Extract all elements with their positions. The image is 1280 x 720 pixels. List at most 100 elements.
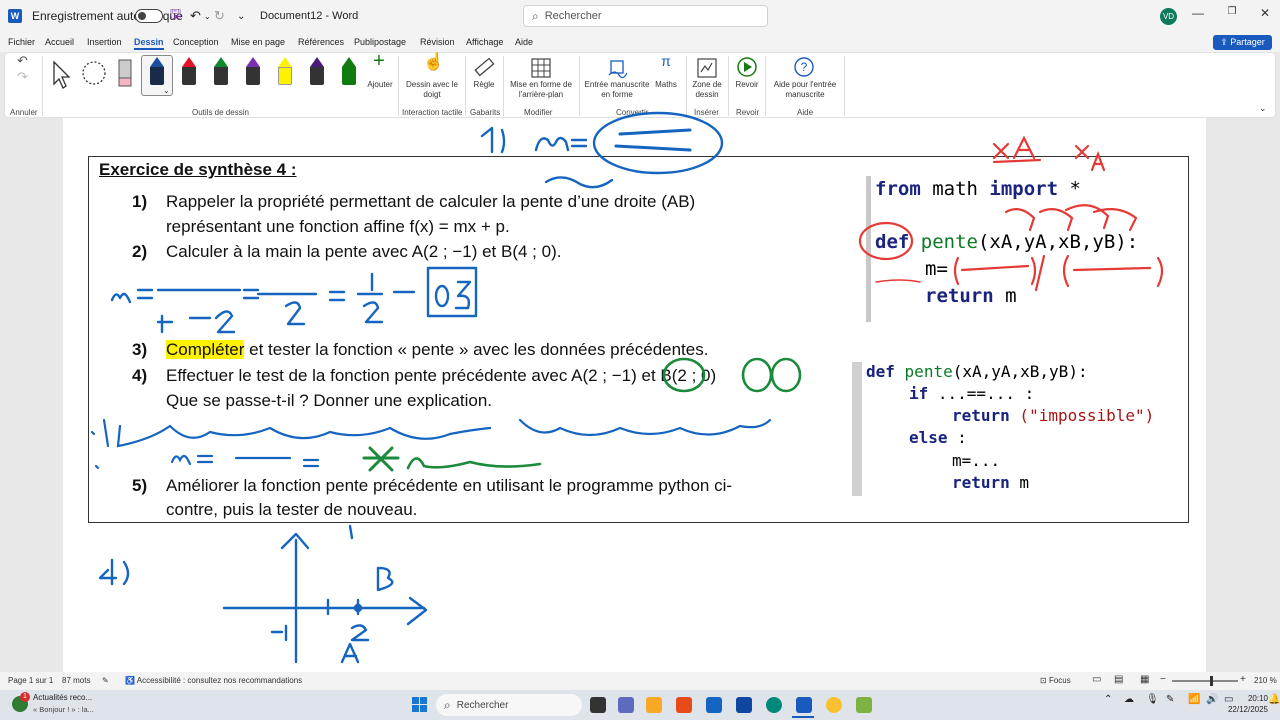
cloud-icon[interactable]: ☁ [1124,694,1134,705]
pen-green-icon[interactable] [214,57,228,87]
zoom-out-icon[interactable]: − [1160,674,1166,685]
tab-insertion[interactable]: Insertion [87,37,122,47]
group-convertir: Convertir [616,108,649,117]
read-mode-icon[interactable]: ▭ [1092,674,1101,685]
share-button[interactable]: ⇪ Partager [1213,35,1272,50]
minimize-icon[interactable]: — [1188,6,1208,20]
search-placeholder: Rechercher [544,10,602,22]
redo-ribbon-icon[interactable]: ↷ [17,70,28,83]
clock-date[interactable]: 22/12/2025 [1226,705,1268,714]
tab-publipostage[interactable]: Publipostage [354,37,406,47]
tab-conception[interactable]: Conception [173,37,219,47]
background-format-icon[interactable] [530,57,552,79]
redo-icon[interactable]: ↻ [214,0,225,32]
customize-qat-icon[interactable]: ⌄ [237,0,245,32]
file-explorer-icon[interactable] [646,697,662,713]
proofing-icon[interactable]: ✎ [102,676,109,685]
q2-line: Calculer à la main la pente avec A(2 ; −… [166,242,562,261]
outlook-icon[interactable] [706,697,722,713]
chrome-icon[interactable] [826,697,842,713]
tab-affichage[interactable]: Affichage [466,37,503,47]
geogebra-icon[interactable] [856,697,872,713]
drawing-zone-button[interactable]: Zone de dessin [689,80,725,100]
store-icon[interactable] [676,697,692,713]
edge-icon[interactable] [766,697,782,713]
news-title[interactable]: Actualités reco... [33,693,92,702]
background-button[interactable]: Mise en forme de l'arrière-plan [507,80,575,100]
ruler-button[interactable]: Règle [468,80,500,90]
pen-blue-icon[interactable] [150,57,164,87]
code2-line1: def pente(xA,yA,xB,yB): [866,362,1088,381]
close-icon[interactable]: ✕ [1255,6,1275,20]
tab-dessin[interactable]: Dessin [134,37,164,50]
pen-dropdown-icon[interactable]: ⌄ [163,86,170,96]
zoom-level[interactable]: 210 % [1254,676,1277,685]
focus-button[interactable]: ⊡ Focus [1040,676,1071,685]
tab-references[interactable]: Références [298,37,344,47]
tab-revision[interactable]: Révision [420,37,455,47]
avatar[interactable]: VD [1160,8,1177,25]
taskbar-search[interactable]: ⌕ Rechercher [436,694,582,716]
zoom-slider[interactable] [1172,680,1238,682]
ink-help-button[interactable]: Aide pour l'entrée manuscrite [768,80,842,100]
pen-tray-icon[interactable]: ✎ [1166,694,1174,705]
windows-start-icon[interactable] [412,697,427,712]
mic-icon[interactable]: 🎙 [1146,694,1159,705]
onenote-icon[interactable] [736,697,752,713]
q4-line2: Que se passe-t-il ? Donner une explicati… [166,391,493,410]
add-pen-icon[interactable]: + [368,51,390,71]
tab-mise-en-page[interactable]: Mise en page [231,37,285,47]
tab-aide[interactable]: Aide [515,37,533,47]
tab-accueil[interactable]: Accueil [45,37,74,47]
undo-ribbon-icon[interactable]: ↶ [17,54,28,67]
tab-fichier[interactable]: Fichier [8,37,35,47]
add-pen-label[interactable]: Ajouter [362,80,398,90]
ink-to-shape-icon[interactable] [607,57,629,79]
undo-icon[interactable]: ↶ [190,0,201,32]
search-input[interactable]: ⌕ Rechercher [523,5,768,27]
news-subtitle[interactable]: « Bonjour ! » : la... [33,705,94,714]
math-icon[interactable]: π [656,54,676,68]
ink-to-shape-button[interactable]: Entrée manuscrite en forme [584,80,650,100]
notification-badge: 1 [20,692,30,702]
save-icon[interactable]: 🖫 [170,0,181,32]
autosave-toggle[interactable] [135,9,163,23]
web-layout-icon[interactable]: ▦ [1140,674,1149,685]
group-outils-dessin: Outils de dessin [192,108,249,117]
word-taskbar-icon[interactable] [796,697,812,713]
wifi-icon[interactable]: 📶 [1188,694,1200,705]
pen-red-icon[interactable] [182,57,196,87]
print-layout-icon[interactable]: ▤ [1114,674,1123,685]
accessibility-status[interactable]: ♿ Accessibilité : consultez nos recomman… [125,676,302,685]
replay-button[interactable]: Revoir [732,80,762,90]
finger-draw-icon[interactable]: ☝ [423,53,444,70]
restore-icon[interactable]: ❐ [1222,6,1242,17]
notification-bell-icon[interactable]: 🔔 [1268,694,1280,705]
pen-darkgreen-icon[interactable] [342,57,356,87]
ribbon-separator [579,56,580,116]
tray-chevron-icon[interactable]: ⌃ [1104,694,1112,705]
zoom-slider-thumb[interactable] [1210,676,1213,686]
collapse-ribbon-icon[interactable]: ⌄ [1259,103,1267,113]
select-arrow-icon [53,60,71,89]
drawing-zone-icon[interactable] [696,57,718,79]
ruler-icon[interactable] [473,57,495,79]
pen-purple-icon[interactable] [246,57,260,87]
undo-dropdown-icon[interactable]: ⌄ [204,0,211,32]
clock-time[interactable]: 20:10 [1226,694,1268,703]
page-count[interactable]: Page 1 sur 1 [8,676,53,685]
help-ink-icon[interactable]: ? [793,56,815,78]
math-button[interactable]: Maths [652,80,680,90]
volume-icon[interactable]: 🔊 [1206,694,1218,705]
code1-line3: m= [925,258,948,280]
status-bar: Page 1 sur 1 87 mots ✎ ♿ Accessibilité :… [0,672,1280,690]
zoom-in-icon[interactable]: + [1240,674,1246,685]
teams-icon[interactable] [618,697,634,713]
highlighter-yellow-icon[interactable] [278,57,292,87]
pen-violet-icon[interactable] [310,57,324,87]
word-count[interactable]: 87 mots [62,676,90,685]
taskbar-search-label: Rechercher [456,699,509,711]
draw-finger-button[interactable]: Dessin avec le doigt [404,80,460,100]
replay-icon[interactable] [736,56,758,78]
task-view-icon[interactable] [590,697,606,713]
